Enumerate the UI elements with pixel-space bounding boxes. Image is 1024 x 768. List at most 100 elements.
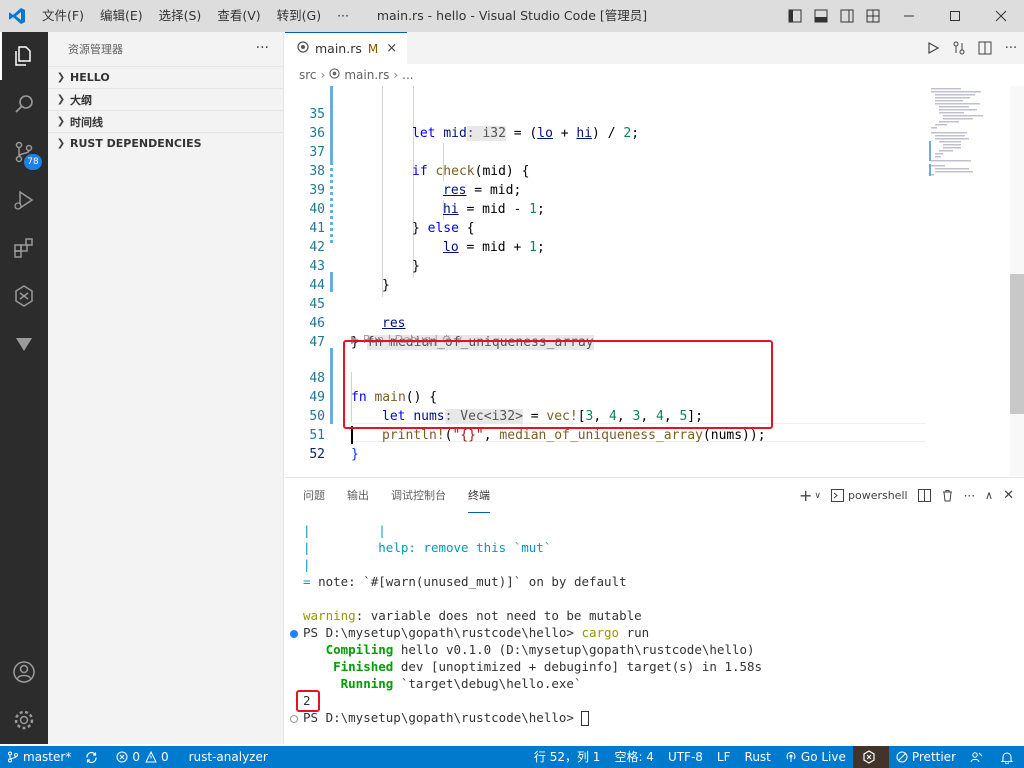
menu-file[interactable]: 文件(F) bbox=[34, 0, 92, 32]
rust-analyzer-status[interactable]: rust-analyzer bbox=[182, 746, 275, 768]
editor-more-actions-icon[interactable]: ··· bbox=[998, 32, 1024, 64]
maximize-icon[interactable] bbox=[932, 0, 978, 32]
sidebar-section-timeline[interactable]: ❯ 时间线 bbox=[48, 110, 283, 132]
split-editor-icon[interactable] bbox=[972, 32, 998, 64]
accounts-feedback-icon[interactable] bbox=[963, 746, 994, 768]
sidebar-more-actions-icon[interactable]: ··· bbox=[256, 40, 269, 56]
breadcrumb-more[interactable]: ... bbox=[402, 68, 413, 82]
terminal-line: | | bbox=[303, 523, 386, 538]
broadcast-icon bbox=[786, 751, 796, 762]
source-control-icon[interactable]: 78 bbox=[0, 128, 48, 176]
rust-status-icon[interactable] bbox=[852, 746, 889, 768]
close-window-icon[interactable] bbox=[978, 0, 1024, 32]
cursor-position[interactable]: 行 52，列 1 bbox=[527, 746, 608, 768]
code-line: 41 lo = mid + 1; bbox=[285, 200, 925, 255]
menu-more[interactable]: ··· bbox=[329, 0, 357, 32]
customize-layout-icon[interactable] bbox=[860, 0, 886, 32]
terminal-output[interactable]: | | | help: remove this `mut` | = note: … bbox=[285, 513, 1024, 745]
sidebar-title: 资源管理器 bbox=[68, 43, 123, 56]
tab-output[interactable]: 输出 bbox=[347, 478, 369, 513]
chevron-right-icon: ❯ bbox=[56, 116, 66, 127]
minimize-icon[interactable] bbox=[886, 0, 932, 32]
maximize-panel-icon[interactable]: ∧ bbox=[985, 478, 993, 513]
terminal-line: warning: variable does not need to be mu… bbox=[303, 608, 642, 623]
breadcrumb-file[interactable]: main.rs bbox=[344, 68, 389, 82]
encoding-status[interactable]: UTF-8 bbox=[661, 746, 710, 768]
go-live-status[interactable]: Go Live bbox=[778, 746, 853, 768]
sync-icon[interactable] bbox=[78, 746, 109, 768]
sidebar-section-outline[interactable]: ❯ 大纲 bbox=[48, 88, 283, 110]
terminal-line: PS D:\mysetup\gopath\rustcode\hello> car… bbox=[303, 625, 650, 640]
menu-selection[interactable]: 选择(S) bbox=[151, 0, 210, 32]
problems-status[interactable]: 0 0 bbox=[109, 746, 175, 768]
menu-edit[interactable]: 编辑(E) bbox=[92, 0, 151, 32]
indentation-status[interactable]: 空格: 4 bbox=[607, 746, 661, 768]
tab-debug-console[interactable]: 调试控制台 bbox=[391, 478, 446, 513]
scrollbar-thumb[interactable] bbox=[1010, 274, 1024, 414]
run-debug-icon[interactable] bbox=[0, 176, 48, 224]
toggle-panel-icon[interactable] bbox=[808, 0, 834, 32]
notifications-bell-icon[interactable] bbox=[994, 746, 1024, 768]
settings-gear-icon[interactable] bbox=[0, 696, 48, 744]
new-terminal-icon[interactable]: + bbox=[799, 478, 812, 513]
tab-main-rs[interactable]: main.rs M × bbox=[285, 32, 408, 64]
code-line: 46 } fn median_of_uniqueness_array bbox=[285, 295, 925, 350]
editor-group: main.rs M × ··· src › main.rs › ... 35 l… bbox=[285, 32, 1024, 476]
code-line: 45 res bbox=[285, 276, 925, 331]
section-label: 大纲 bbox=[70, 93, 92, 107]
editor-scrollbar[interactable] bbox=[1010, 86, 1024, 476]
close-panel-icon[interactable]: ✕ bbox=[1003, 478, 1014, 513]
extensions-icon[interactable] bbox=[0, 224, 48, 272]
code-line: 38 res = mid; bbox=[285, 143, 925, 198]
chevron-right-icon: ❯ bbox=[56, 94, 66, 105]
tab-modified-indicator: M bbox=[367, 41, 379, 56]
tab-problems[interactable]: 问题 bbox=[303, 478, 325, 513]
terminal-dropdown-icon[interactable]: ∨ bbox=[814, 478, 821, 513]
editor-tabs: main.rs M × ··· bbox=[285, 32, 1024, 64]
minimap[interactable] bbox=[929, 86, 1009, 476]
search-icon[interactable] bbox=[0, 80, 48, 128]
menu-view[interactable]: 查看(V) bbox=[209, 0, 268, 32]
terminal-prompt: PS D:\mysetup\gopath\rustcode\hello> bbox=[303, 709, 590, 726]
terminal-line: = note: `#[warn(unused_mut)]` on by defa… bbox=[303, 574, 627, 589]
prettier-label: Prettier bbox=[911, 750, 956, 764]
git-branch-status[interactable]: master* bbox=[0, 746, 78, 768]
panel-more-actions-icon[interactable]: ··· bbox=[964, 478, 975, 513]
split-terminal-icon[interactable] bbox=[917, 478, 931, 513]
language-mode[interactable]: Rust bbox=[738, 746, 778, 768]
rust-icon[interactable] bbox=[0, 272, 48, 320]
toggle-secondary-sidebar-icon[interactable] bbox=[834, 0, 860, 32]
breadcrumb-folder[interactable]: src bbox=[299, 68, 317, 82]
title-bar: 文件(F) 编辑(E) 选择(S) 查看(V) 转到(G) ··· main.r… bbox=[0, 0, 1024, 32]
menu-go[interactable]: 转到(G) bbox=[269, 0, 329, 32]
terminal-shell-selector[interactable]: powershell bbox=[830, 478, 908, 513]
prettier-status[interactable]: Prettier bbox=[889, 746, 963, 768]
open-changes-icon[interactable] bbox=[946, 32, 972, 64]
section-label: RUST DEPENDENCIES bbox=[70, 137, 202, 150]
sidebar-section-hello[interactable]: ❯ HELLO bbox=[48, 66, 283, 88]
warning-count: 0 bbox=[160, 750, 169, 764]
account-icon[interactable] bbox=[0, 648, 48, 696]
rust-file-icon bbox=[297, 41, 309, 56]
trash-icon[interactable] bbox=[941, 478, 954, 513]
code-line: 35 let mid: i32 = (lo + hi) / 2; bbox=[285, 86, 925, 141]
testing-icon[interactable] bbox=[0, 320, 48, 368]
run-file-icon[interactable] bbox=[920, 32, 946, 64]
code-line: 39 hi = mid - 1; bbox=[285, 162, 925, 217]
code-line: 40 } else { bbox=[285, 181, 925, 236]
activity-bar: 78 bbox=[0, 32, 48, 744]
command-success-dot-icon[interactable] bbox=[290, 630, 298, 638]
bottom-panel: 问题 输出 调试控制台 终端 + ∨ powershell ··· ∧ ✕ | bbox=[285, 477, 1024, 744]
breadcrumb: src › main.rs › ... bbox=[285, 64, 1024, 86]
sidebar-header: 资源管理器 ··· bbox=[48, 32, 283, 66]
code-editor[interactable]: 35 let mid: i32 = (lo + hi) / 2; 36 37 i… bbox=[285, 86, 1024, 476]
tab-terminal[interactable]: 终端 bbox=[468, 478, 490, 513]
tab-close-icon[interactable]: × bbox=[386, 41, 397, 56]
toggle-primary-sidebar-icon[interactable] bbox=[782, 0, 808, 32]
section-label: HELLO bbox=[70, 71, 110, 84]
sidebar-section-rust-dependencies[interactable]: ❯ RUST DEPENDENCIES bbox=[48, 132, 283, 154]
explorer-sidebar: 资源管理器 ··· ❯ HELLO ❯ 大纲 ❯ 时间线 ❯ RUST DEPENDEN… bbox=[48, 32, 284, 744]
section-label: 时间线 bbox=[70, 115, 103, 129]
eol-status[interactable]: LF bbox=[710, 746, 738, 768]
explorer-icon[interactable] bbox=[0, 32, 48, 80]
